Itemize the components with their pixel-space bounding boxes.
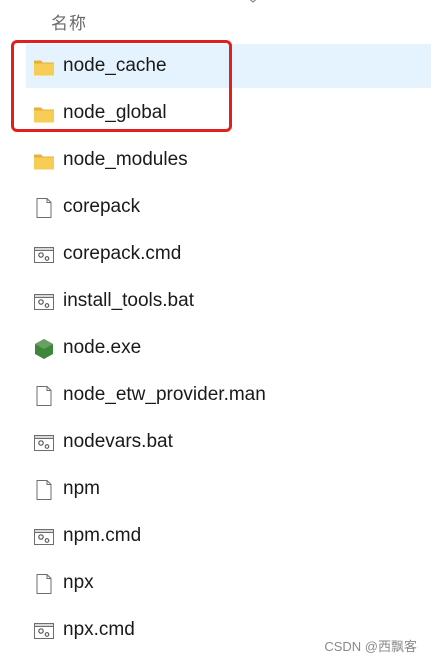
file-explorer: 名称 node_cache node_global node_modulescore…: [0, 0, 431, 663]
batch-file-icon: [33, 526, 55, 548]
file-row-node-modules[interactable]: node_modules: [26, 138, 431, 182]
batch-file-icon: [33, 432, 55, 454]
file-name: corepack: [63, 196, 141, 217]
sort-chevron-icon[interactable]: [246, 0, 260, 4]
node-exe-icon: [33, 338, 55, 360]
file-row-install-tools-bat[interactable]: install_tools.bat: [26, 279, 431, 323]
file-name: install_tools.bat: [63, 290, 194, 311]
file-name: nodevars.bat: [63, 431, 173, 452]
batch-file-icon: [33, 291, 55, 313]
watermark: CSDN @西飘客: [324, 639, 417, 654]
folder-icon: [33, 56, 55, 78]
file-icon: [33, 573, 55, 595]
column-header: 名称: [0, 0, 431, 36]
file-name: node.exe: [63, 337, 142, 358]
batch-file-icon: [33, 244, 55, 266]
file-name: node_global: [63, 102, 167, 123]
file-row-npm-cmd[interactable]: npm.cmd: [26, 514, 431, 558]
file-name: corepack.cmd: [63, 243, 182, 264]
file-name: npm: [63, 478, 100, 499]
batch-file-icon: [33, 620, 55, 642]
file-row-npx[interactable]: npx: [26, 561, 431, 605]
file-name: npx.cmd: [63, 619, 135, 640]
file-row-corepack[interactable]: corepack: [26, 185, 431, 229]
file-icon: [33, 385, 55, 407]
file-name: node_cache: [63, 55, 167, 76]
folder-icon: [33, 150, 55, 172]
file-row-npm[interactable]: npm: [26, 467, 431, 511]
file-row-nodevars-bat[interactable]: nodevars.bat: [26, 420, 431, 464]
name-column-header[interactable]: 名称: [51, 9, 87, 34]
file-name: npx: [63, 572, 94, 593]
file-row-corepack-cmd[interactable]: corepack.cmd: [26, 232, 431, 276]
file-row-node-exe[interactable]: node.exe: [26, 326, 431, 370]
file-name: node_etw_provider.man: [63, 384, 266, 405]
file-name: node_modules: [63, 149, 188, 170]
file-row-node-cache[interactable]: node_cache: [26, 44, 431, 88]
file-row-node-etw-provider-man[interactable]: node_etw_provider.man: [26, 373, 431, 417]
file-name: npm.cmd: [63, 525, 142, 546]
folder-icon: [33, 103, 55, 125]
file-icon: [33, 479, 55, 501]
file-row-node-global[interactable]: node_global: [26, 91, 431, 135]
file-icon: [33, 197, 55, 219]
